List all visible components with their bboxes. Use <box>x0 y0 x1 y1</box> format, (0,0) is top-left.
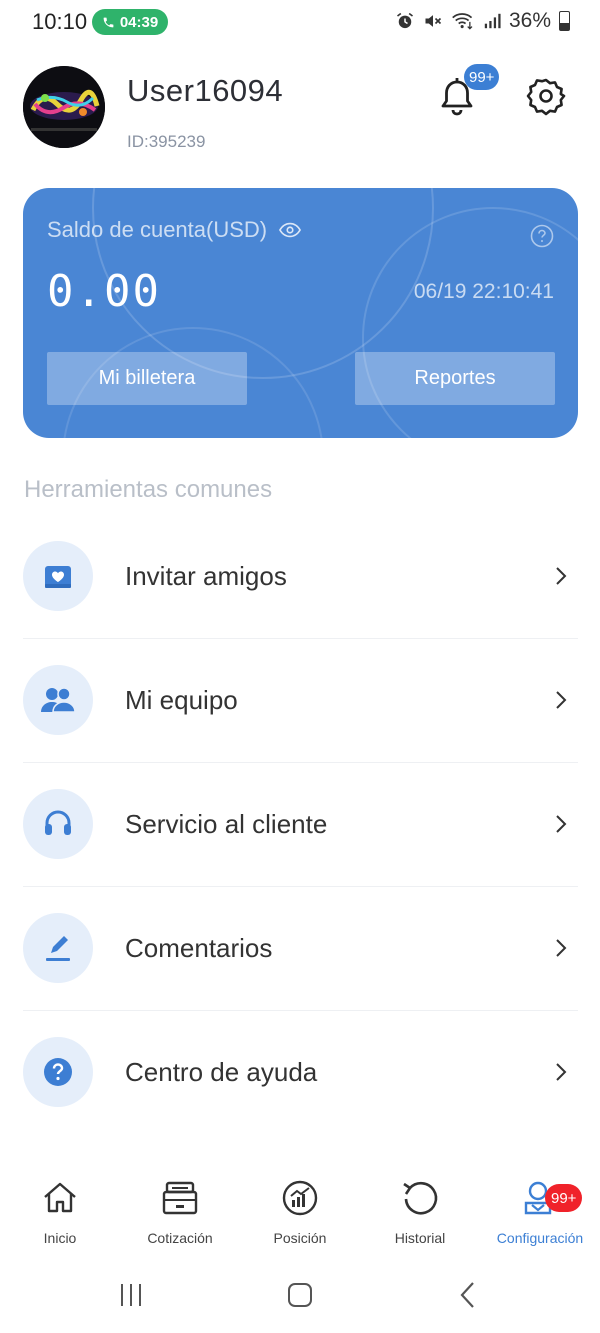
recent-apps-icon[interactable] <box>121 1284 141 1306</box>
chevron-right-icon <box>556 815 567 833</box>
settings-nav-badge: 99+ <box>545 1184 583 1212</box>
settings-gear-icon[interactable] <box>526 76 566 116</box>
balance-card: Saldo de cuenta(USD) 0.00 06/19 22:10:41… <box>23 188 578 438</box>
help-circle-icon[interactable] <box>530 224 554 248</box>
wifi-icon <box>452 13 473 30</box>
position-chart-icon <box>282 1180 318 1216</box>
notification-badge: 99+ <box>464 64 500 90</box>
chevron-right-icon <box>556 691 567 709</box>
system-nav-bar <box>121 1282 474 1308</box>
nav-label-settings: Configuración <box>496 1230 584 1246</box>
phone-icon <box>103 17 114 27</box>
balance-label: Saldo de cuenta(USD) <box>47 217 268 242</box>
call-timer: 04:39 <box>119 13 159 31</box>
quotes-box-icon <box>162 1181 198 1215</box>
nav-settings[interactable]: Configuración <box>480 1178 600 1246</box>
nav-label-position: Posición <box>273 1230 327 1246</box>
home-nav-icon[interactable] <box>288 1283 312 1307</box>
menu-label-help-center: Centro de ayuda <box>125 1056 318 1087</box>
pencil-icon <box>23 913 93 983</box>
avatar[interactable] <box>23 66 105 148</box>
wallet-button[interactable]: Mi billetera <box>47 352 247 405</box>
menu-item-help-center[interactable]: Centro de ayuda <box>23 1010 578 1134</box>
invite-icon <box>23 541 93 611</box>
bottom-nav: Inicio Cotización Posición Historial Con… <box>0 1178 600 1258</box>
history-icon <box>403 1181 438 1215</box>
menu-label-my-team: Mi equipo <box>125 684 238 715</box>
nav-home[interactable]: Inicio <box>0 1178 120 1246</box>
status-icons: 36% <box>395 9 570 33</box>
chevron-right-icon <box>556 567 567 585</box>
back-icon[interactable] <box>460 1282 474 1308</box>
nav-history[interactable]: Historial <box>360 1178 480 1246</box>
call-indicator[interactable]: 04:39 <box>92 9 168 35</box>
help-icon <box>23 1037 93 1107</box>
home-icon <box>44 1182 76 1213</box>
nav-position[interactable]: Posición <box>240 1178 360 1246</box>
menu-item-customer-service[interactable]: Servicio al cliente <box>23 762 578 887</box>
balance-amount: 0.00 <box>47 266 161 317</box>
eye-icon[interactable] <box>279 222 302 238</box>
battery-percent: 36% <box>508 9 551 32</box>
headset-icon <box>23 789 93 859</box>
tools-section-title: Herramientas comunes <box>24 476 273 503</box>
balance-label-row: Saldo de cuenta(USD) <box>47 217 302 243</box>
username: User16094 <box>127 73 284 108</box>
signal-icon <box>484 13 501 29</box>
reports-button[interactable]: Reportes <box>355 352 555 405</box>
mute-icon <box>425 15 442 27</box>
team-icon <box>23 665 93 735</box>
menu-label-comments: Comentarios <box>125 932 273 963</box>
balance-timestamp: 06/19 22:10:41 <box>413 280 554 303</box>
menu-item-invite-friends[interactable]: Invitar amigos <box>23 514 578 639</box>
menu-label-customer-service: Servicio al cliente <box>125 808 328 839</box>
menu-item-my-team[interactable]: Mi equipo <box>23 638 578 763</box>
chevron-right-icon <box>556 939 567 957</box>
chevron-right-icon <box>556 1063 567 1081</box>
nav-label-history: Historial <box>394 1230 446 1246</box>
nav-quotes[interactable]: Cotización <box>120 1178 240 1246</box>
alarm-icon <box>396 12 413 29</box>
menu-item-comments[interactable]: Comentarios <box>23 886 578 1011</box>
status-time: 10:10 <box>32 9 88 34</box>
nav-label-home: Inicio <box>43 1230 77 1246</box>
nav-label-quotes: Cotización <box>147 1230 213 1246</box>
battery-icon <box>559 11 570 31</box>
user-id: ID:395239 <box>127 132 206 151</box>
menu-label-invite-friends: Invitar amigos <box>125 560 287 591</box>
